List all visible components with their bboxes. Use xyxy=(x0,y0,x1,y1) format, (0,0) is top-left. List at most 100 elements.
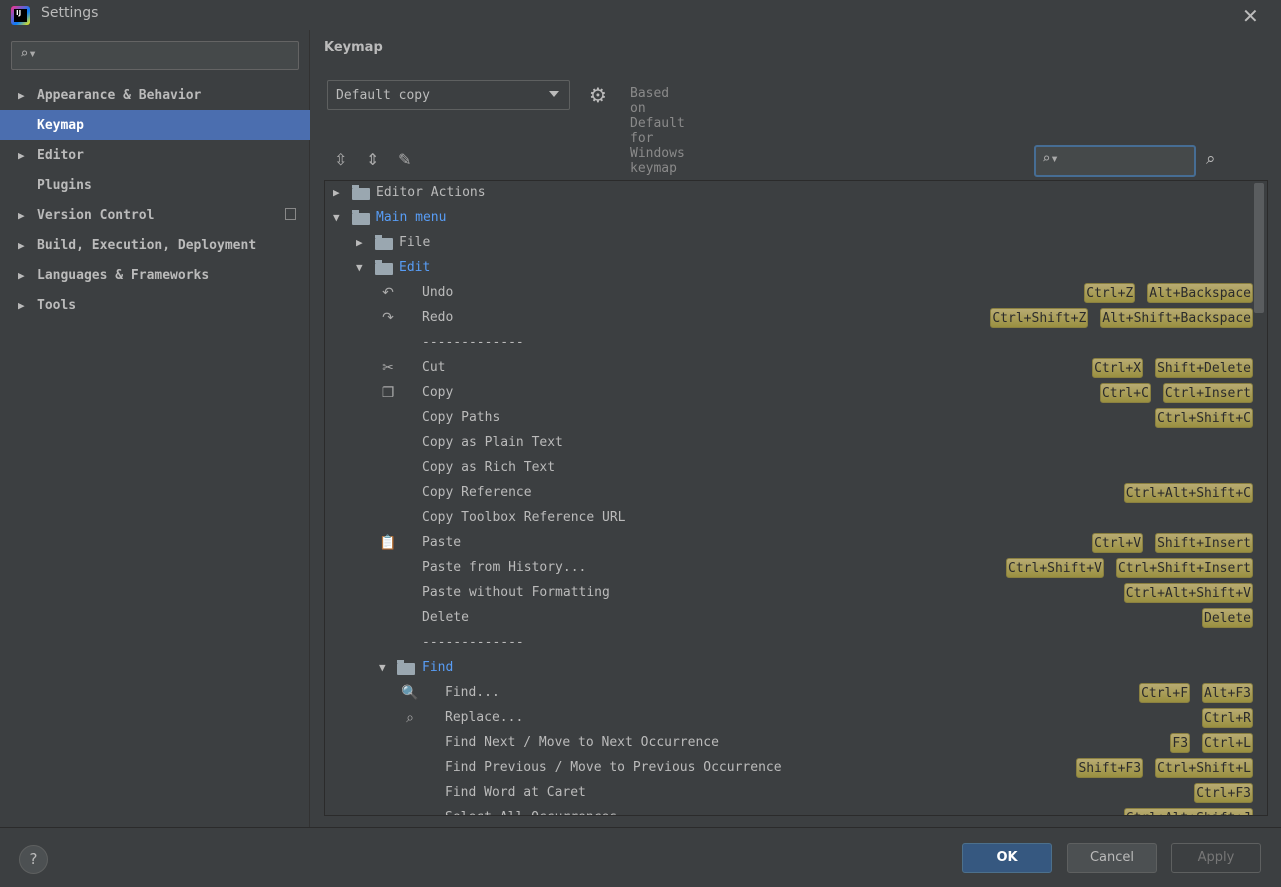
tree-row[interactable]: ✂ Cut Ctrl+X Shift+Delete xyxy=(325,356,1253,381)
action-label: Copy as Plain Text xyxy=(422,435,563,450)
tree-row[interactable]: ▼ Edit xyxy=(325,256,1253,281)
shortcut-list: Ctrl+Shift+V Ctrl+Shift+Insert xyxy=(1006,558,1253,578)
replace-icon: ⌕ xyxy=(406,710,414,726)
find-by-shortcut-icon[interactable]: ⌕ xyxy=(1206,149,1216,169)
folder-icon xyxy=(397,660,415,675)
tree-row[interactable]: 🔍 Find... Ctrl+F Alt+F3 xyxy=(325,681,1253,706)
expand-arrow-icon: ▶ xyxy=(18,268,25,282)
page-title: Keymap xyxy=(324,40,383,55)
intellij-logo: IJ xyxy=(11,6,30,25)
sidebar-item-editor[interactable]: ▶ Editor xyxy=(0,140,310,170)
scrollbar[interactable] xyxy=(1254,183,1264,313)
tree-row[interactable]: Paste from History... Ctrl+Shift+V Ctrl+Sh… xyxy=(325,556,1253,581)
shortcut-badge: Ctrl+V xyxy=(1092,533,1144,553)
tree-row[interactable]: Copy Paths Ctrl+Shift+C xyxy=(325,406,1253,431)
action-label: Copy Reference xyxy=(422,485,532,500)
action-label: Replace... xyxy=(445,710,524,725)
collapse-arrow-icon[interactable]: ▼ xyxy=(379,661,386,674)
copy-icon: ❐ xyxy=(381,385,395,401)
tree-row[interactable]: ▼ Find xyxy=(325,656,1253,681)
shortcut-badge: Ctrl+F3 xyxy=(1194,783,1253,803)
action-label: Editor Actions xyxy=(376,185,486,200)
gear-icon[interactable]: ⚙ xyxy=(589,83,607,107)
tree-row[interactable]: Copy Reference Ctrl+Alt+Shift+C xyxy=(325,481,1253,506)
sidebar-item-languages-frameworks[interactable]: ▶ Languages & Frameworks xyxy=(0,260,310,290)
help-button[interactable]: ? xyxy=(19,845,48,874)
keymap-filter-input[interactable]: ⌕▾ xyxy=(1034,145,1196,177)
tree-row[interactable]: Find Word at Caret Ctrl+F3 xyxy=(325,781,1253,806)
tree-row[interactable]: Find Next / Move to Next Occurrence F3 Ctr… xyxy=(325,731,1253,756)
sidebar-item-plugins[interactable]: Plugins xyxy=(0,170,310,200)
settings-search-input[interactable]: ⌕▾ xyxy=(11,41,299,70)
tree-row[interactable]: ❐ Copy Ctrl+C Ctrl+Insert xyxy=(325,381,1253,406)
chevron-down-icon xyxy=(549,91,559,97)
action-label: Delete xyxy=(422,610,469,625)
expand-arrow-icon[interactable]: ▶ xyxy=(333,186,340,199)
dialog-footer: ? OK Cancel Apply xyxy=(0,827,1281,887)
sidebar-item-keymap[interactable]: Keymap xyxy=(0,110,310,140)
action-label: Redo xyxy=(422,310,454,325)
shortcut-list: Ctrl+F Alt+F3 xyxy=(1139,683,1253,703)
tree-row[interactable]: ↷ Redo Ctrl+Shift+Z Alt+Shift+Backspace xyxy=(325,306,1253,331)
sidebar-item-appearance-behavior[interactable]: ▶ Appearance & Behavior xyxy=(0,80,310,110)
shortcut-list: Ctrl+Z Alt+Backspace xyxy=(1084,283,1253,303)
shortcut-list: Ctrl+Alt+Shift+C xyxy=(1123,483,1253,503)
sidebar-item-label: Plugins xyxy=(37,177,92,193)
sidebar-item-label: Languages & Frameworks xyxy=(37,267,210,283)
tree-row[interactable]: Select All Occurrences Ctrl+Alt+Shift+J xyxy=(325,806,1253,815)
action-label: Paste from History... xyxy=(422,560,587,575)
expand-arrow-icon[interactable]: ▶ xyxy=(356,236,363,249)
collapse-arrow-icon[interactable]: ▼ xyxy=(356,261,363,274)
tree-row[interactable]: Copy as Rich Text xyxy=(325,456,1253,481)
tree-row[interactable]: ⌕ Replace... Ctrl+R xyxy=(325,706,1253,731)
folder-icon xyxy=(375,235,393,250)
edit-pencil-icon[interactable]: ✎ xyxy=(398,150,411,169)
tree-row[interactable]: ------------- xyxy=(325,331,1253,356)
tree-row[interactable]: Delete Delete xyxy=(325,606,1253,631)
tree-row[interactable]: Copy as Plain Text xyxy=(325,431,1253,456)
expand-all-icon[interactable]: ⇳ xyxy=(334,150,347,169)
shortcut-list: Ctrl+X Shift+Delete xyxy=(1092,358,1253,378)
redo-icon: ↷ xyxy=(382,310,394,326)
shortcut-badge: F3 xyxy=(1170,733,1191,753)
shortcut-list: Shift+F3 Ctrl+Shift+L xyxy=(1076,758,1253,778)
sidebar-item-label: Editor xyxy=(37,147,84,163)
tree-row[interactable]: 📋 Paste Ctrl+V Shift+Insert xyxy=(325,531,1253,556)
action-label: Copy xyxy=(422,385,454,400)
action-label: Cut xyxy=(422,360,446,375)
cancel-button[interactable]: Cancel xyxy=(1067,843,1157,873)
action-label: Find... xyxy=(445,685,500,700)
action-label: Find xyxy=(422,660,454,675)
action-label: Select All Occurrences xyxy=(445,810,617,815)
sidebar: ⌕▾ ▶ Appearance & Behavior Keymap ▶ Editor Pl… xyxy=(0,30,310,827)
apply-button[interactable]: Apply xyxy=(1171,843,1261,873)
sidebar-item-version-control[interactable]: ▶ Version Control xyxy=(0,200,310,230)
tree-row[interactable]: ↶ Undo Ctrl+Z Alt+Backspace xyxy=(325,281,1253,306)
based-on-label: Based on Default for Windows keymap xyxy=(630,86,685,176)
sidebar-item-tools[interactable]: ▶ Tools xyxy=(0,290,310,320)
tree-row[interactable]: Paste without Formatting Ctrl+Alt+Shift+V xyxy=(325,581,1253,606)
shortcut-list: Ctrl+R xyxy=(1202,708,1253,728)
collapse-all-icon[interactable]: ⇕ xyxy=(366,150,379,169)
action-label: Paste without Formatting xyxy=(422,585,610,600)
tree-row[interactable]: ▶ File xyxy=(325,231,1253,256)
undo-icon: ↶ xyxy=(382,285,394,301)
shortcut-badge: Ctrl+Shift+Insert xyxy=(1115,558,1253,578)
shortcut-badge: Ctrl+F xyxy=(1139,683,1191,703)
keymap-select[interactable]: Default copy xyxy=(327,80,570,110)
tree-row[interactable]: ▶ Editor Actions xyxy=(325,181,1253,206)
collapse-arrow-icon[interactable]: ▼ xyxy=(333,211,340,224)
tree-row[interactable]: Find Previous / Move to Previous Occurre… xyxy=(325,756,1253,781)
shortcut-badge: Alt+F3 xyxy=(1202,683,1253,703)
tree-row[interactable]: ▼ Main menu xyxy=(325,206,1253,231)
shortcut-list: Ctrl+Shift+C xyxy=(1155,408,1253,428)
ok-button[interactable]: OK xyxy=(962,843,1052,873)
shortcut-list: Ctrl+Alt+Shift+J xyxy=(1123,808,1253,815)
shortcut-badge: Alt+Backspace xyxy=(1147,283,1253,303)
tree-row[interactable]: ------------- xyxy=(325,631,1253,656)
close-icon[interactable]: ✕ xyxy=(1242,4,1259,28)
action-label: Copy as Rich Text xyxy=(422,460,556,475)
sidebar-item-build-execution-deployment[interactable]: ▶ Build, Execution, Deployment xyxy=(0,230,310,260)
action-label: Paste xyxy=(422,535,462,550)
tree-row[interactable]: Copy Toolbox Reference URL xyxy=(325,506,1253,531)
